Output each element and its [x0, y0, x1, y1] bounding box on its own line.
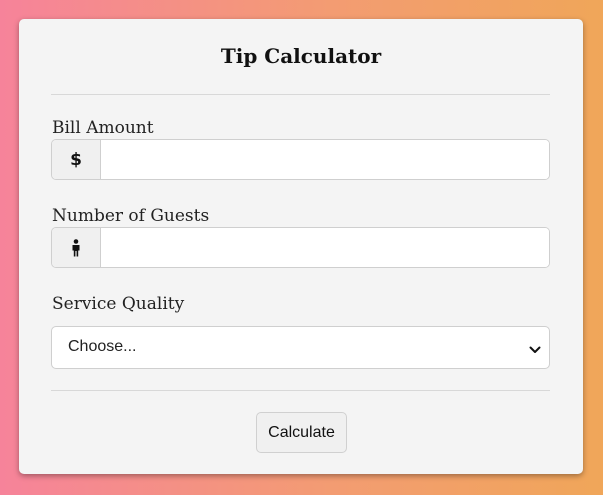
calculate-button[interactable]: Calculate: [256, 412, 347, 453]
tip-calculator-card: Tip Calculator Bill Amount $ Number of G…: [19, 19, 583, 474]
bill-amount-label: Bill Amount: [52, 118, 154, 138]
service-quality-label: Service Quality: [52, 294, 185, 314]
number-of-guests-input[interactable]: [101, 228, 549, 267]
number-of-guests-label: Number of Guests: [52, 206, 210, 226]
service-quality-selected-value: Choose...: [68, 338, 137, 355]
page-title: Tip Calculator: [220, 44, 382, 68]
bottom-divider: [51, 390, 550, 391]
number-of-guests-group: [51, 227, 550, 268]
dollar-addon: $: [52, 140, 101, 179]
bill-amount-group: $: [51, 139, 550, 180]
service-quality-select[interactable]: Choose...: [51, 326, 550, 369]
person-icon: [71, 238, 81, 257]
dollar-icon: $: [70, 149, 82, 170]
top-divider: [51, 94, 550, 95]
bill-amount-input[interactable]: [101, 140, 549, 179]
person-addon: [52, 228, 101, 267]
chevron-down-icon: [529, 341, 541, 360]
